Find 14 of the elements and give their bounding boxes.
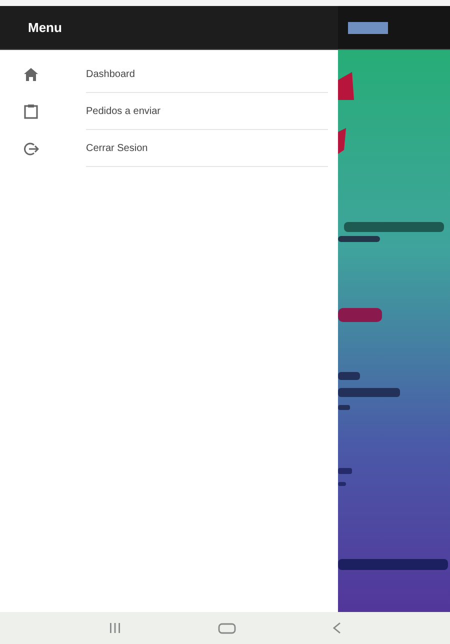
home-icon[interactable]	[218, 622, 236, 634]
recent-apps-icon[interactable]	[108, 623, 121, 633]
menu-item-label: Pedidos a enviar	[86, 106, 160, 117]
clipboard-icon	[24, 104, 38, 119]
home-icon	[24, 68, 38, 81]
banner-icon	[348, 22, 388, 34]
menu-item-label: Dashboard	[86, 69, 135, 80]
drawer-title: Menu	[28, 20, 62, 35]
back-icon[interactable]	[333, 622, 342, 634]
menu-item[interactable]: Pedidos a enviar	[0, 93, 338, 130]
logout-icon	[24, 142, 39, 156]
menu-item[interactable]: Cerrar Sesion	[0, 130, 338, 167]
menu-item-label: Cerrar Sesion	[86, 143, 148, 154]
menu-item[interactable]: Dashboard	[0, 56, 338, 93]
